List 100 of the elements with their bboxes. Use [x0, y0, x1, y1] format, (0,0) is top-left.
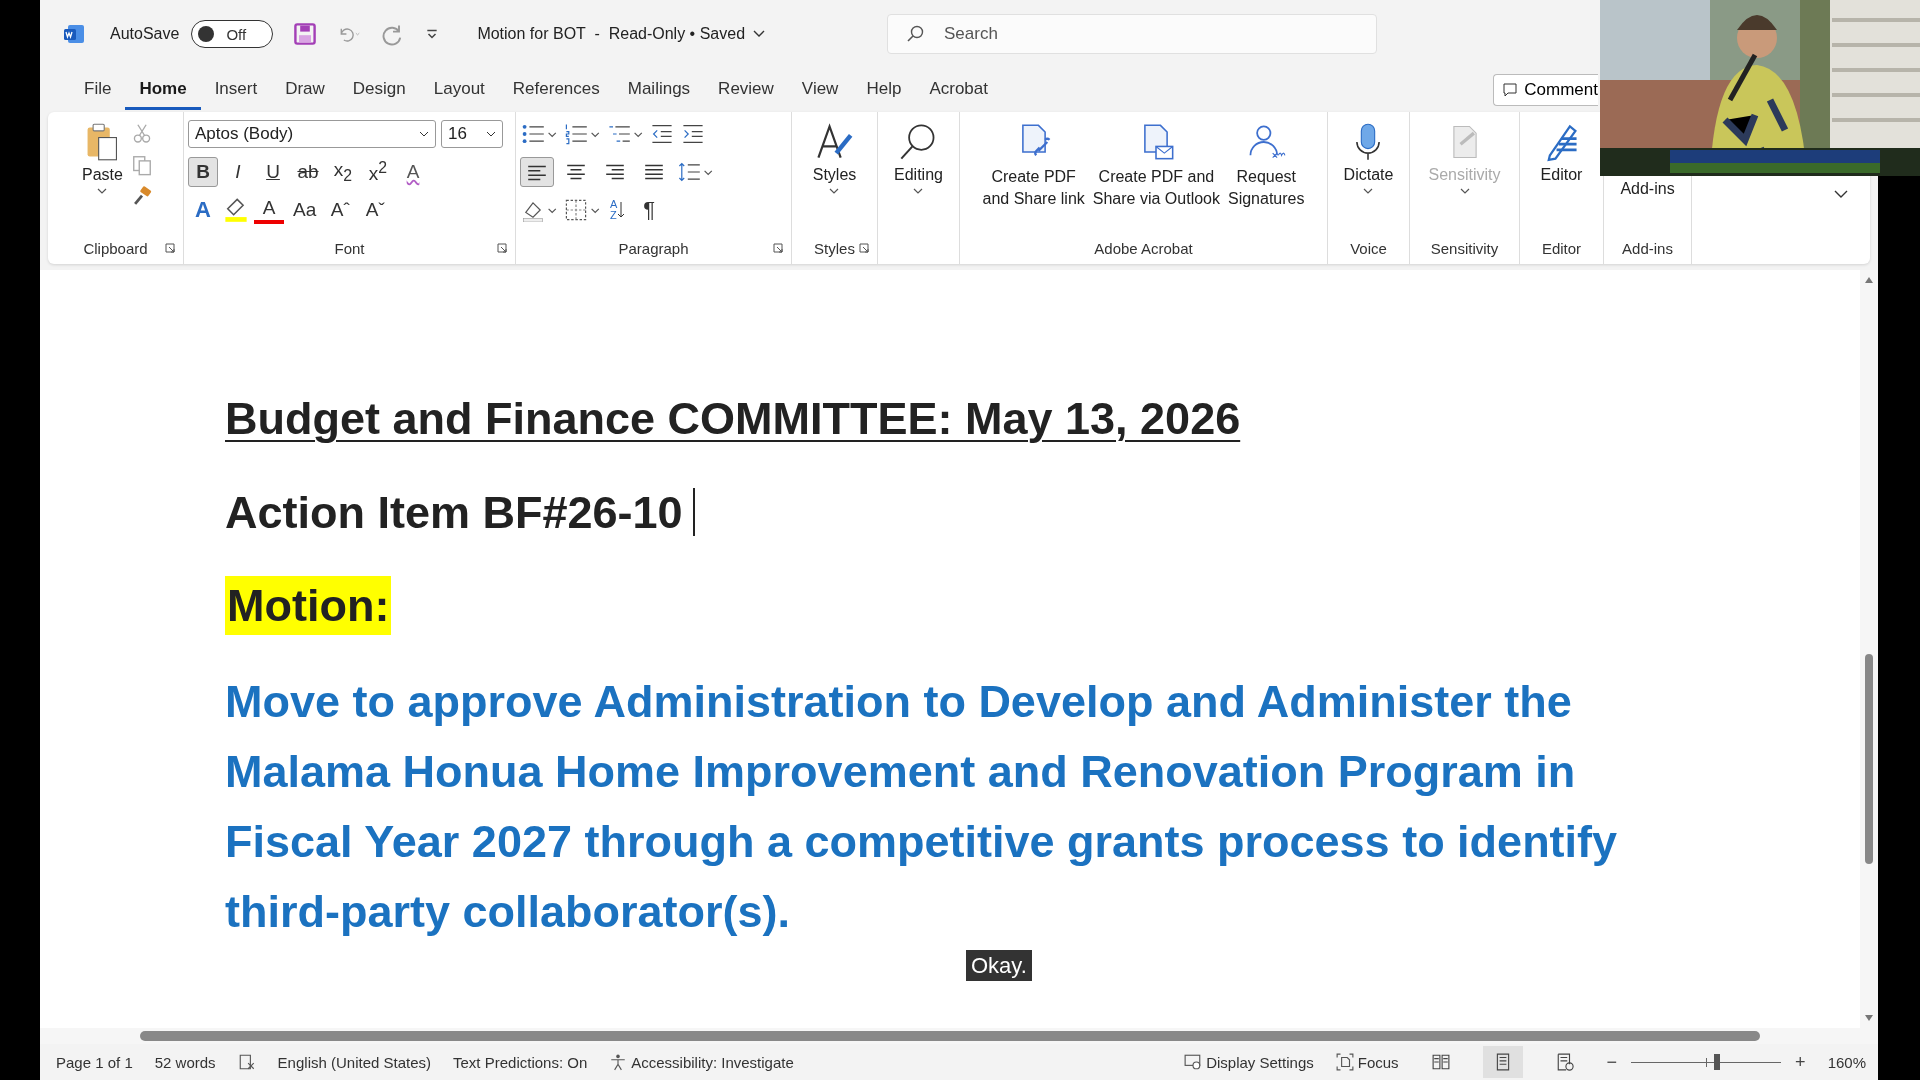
document-heading: Budget and Finance COMMITTEE: May 13, 2026	[225, 393, 1241, 444]
line-spacing-icon[interactable]	[676, 160, 714, 184]
document-title[interactable]: Motion for BOT - Read-Only • Saved	[477, 25, 746, 43]
increase-indent-icon[interactable]	[680, 122, 706, 146]
format-button[interactable]: I	[223, 157, 253, 187]
editing-button[interactable]: Editing	[890, 118, 947, 236]
group-label: Adobe Acrobat	[1094, 239, 1193, 257]
ribbon-tab[interactable]: Draw	[271, 70, 339, 110]
scroll-down-icon[interactable]	[1864, 1014, 1874, 1022]
ribbon-tab[interactable]: Mailings	[613, 70, 705, 110]
numbering-icon[interactable]	[563, 122, 601, 146]
dictate-button[interactable]: Dictate	[1339, 118, 1398, 236]
search-field[interactable]: Search	[887, 14, 1378, 54]
format-button[interactable]: ab	[293, 157, 323, 187]
group-label: Sensitivity	[1430, 239, 1499, 257]
font-color-button[interactable]: A	[254, 196, 284, 224]
clear-formatting-button[interactable]: A	[398, 157, 428, 187]
group-label: Font	[334, 239, 365, 257]
launcher-icon[interactable]	[773, 243, 783, 253]
caret-icon	[1459, 188, 1470, 194]
acrobat-button[interactable]: Request Signatures	[1226, 118, 1307, 236]
format-button[interactable]: x$^{2}$	[363, 157, 393, 187]
group-label: Voice	[1350, 239, 1387, 257]
decrease-indent-icon[interactable]	[649, 122, 675, 146]
customize-caret-icon[interactable]	[425, 27, 440, 41]
ribbon-tab[interactable]: Layout	[419, 70, 499, 110]
scroll-thumb[interactable]	[1865, 654, 1873, 864]
dropdown-caret-icon	[419, 131, 429, 137]
document-heading: Action Item BF#26-10	[225, 486, 683, 538]
word-count[interactable]: 52 words	[154, 1053, 216, 1071]
ribbon-tab[interactable]: View	[787, 70, 853, 110]
monitor-icon	[1184, 1053, 1203, 1071]
format-button[interactable]: B	[188, 157, 218, 187]
language-status[interactable]: English (United States)	[277, 1053, 431, 1071]
sort-button[interactable]: AZ	[606, 195, 630, 225]
add-ins-button[interactable]: Add-ins	[1616, 178, 1679, 200]
scroll-thumb[interactable]	[140, 1031, 1760, 1041]
font-size-step-button[interactable]: Aˇ	[360, 195, 391, 225]
chevron-icon[interactable]	[753, 30, 766, 38]
view-button[interactable]	[1482, 1046, 1523, 1078]
group-label: Clipboard	[83, 239, 148, 257]
display-settings-button[interactable]: Display Settings	[1184, 1053, 1314, 1071]
accessibility-status[interactable]: Accessibility: Investigate	[609, 1053, 794, 1071]
proofing-icon[interactable]	[237, 1053, 256, 1071]
font-size-step-button[interactable]: Aˆ	[325, 195, 356, 225]
launcher-icon[interactable]	[497, 243, 507, 253]
align-button[interactable]	[520, 157, 554, 187]
motion-text: Move to approve Administration to Develop and Administer the Malama Honua Home Improvement and Renovation Program in Fiscal Year 2027 through a competitive grants process to identify third-party collaborator(s).	[225, 675, 1618, 937]
zoom-in-button[interactable]: +	[1795, 1051, 1806, 1073]
zoom-percent[interactable]: 160%	[1827, 1053, 1866, 1071]
change-case-button[interactable]: Aa	[289, 195, 321, 225]
font-name-field[interactable]: Aptos (Body)	[188, 120, 436, 148]
acrobat-button[interactable]: Create PDF and Share link	[980, 118, 1087, 236]
launcher-icon[interactable]	[859, 243, 869, 253]
ribbon-tab[interactable]: Help	[852, 70, 916, 110]
launcher-icon[interactable]	[165, 243, 175, 253]
text-effects-button[interactable]: A	[188, 195, 218, 225]
search-icon	[905, 24, 926, 44]
group-label: Add-ins	[1622, 239, 1673, 257]
editor-button[interactable]: Editor	[1536, 118, 1587, 236]
font-size-field[interactable]: 16	[441, 120, 503, 148]
down-arrow-icon	[617, 200, 626, 220]
autosave-toggle[interactable]: Off	[191, 20, 274, 48]
borders-icon[interactable]	[563, 198, 601, 222]
bullets-icon[interactable]	[520, 122, 558, 146]
focus-icon	[1335, 1053, 1354, 1071]
ribbon-tab[interactable]: Review	[704, 70, 788, 110]
format-button[interactable]: x$_{2}$	[328, 157, 358, 187]
format-button[interactable]: U	[258, 157, 288, 187]
caption-subtitle: Okay.	[966, 949, 1032, 981]
scroll-up-icon[interactable]	[1864, 276, 1874, 284]
group-label: Paragraph	[618, 239, 689, 257]
accessibility-icon	[609, 1053, 628, 1071]
document-heading: Motion:	[225, 576, 392, 635]
save-icon[interactable]	[293, 22, 318, 46]
caret-icon	[1363, 188, 1374, 194]
caret-icon	[97, 188, 108, 194]
dropdown-caret-icon	[486, 131, 496, 137]
ribbon-tab[interactable]: Home	[125, 70, 201, 110]
comments-button[interactable]: Comment	[1493, 74, 1598, 106]
ribbon-tab[interactable]: Design	[338, 70, 420, 110]
text-predictions-status[interactable]: Text Predictions: On	[453, 1053, 588, 1071]
web-page-icon	[1555, 1053, 1574, 1071]
ribbon-tab[interactable]: File	[70, 70, 126, 110]
app-icon	[62, 22, 86, 46]
group-label: Editor	[1541, 239, 1582, 257]
collapse-ribbon-icon[interactable]	[1834, 190, 1848, 198]
ribbon-tab[interactable]: References	[498, 70, 614, 110]
highlighter-icon[interactable]	[223, 197, 249, 223]
focus-button[interactable]: Focus	[1335, 1053, 1399, 1071]
acrobat-button[interactable]: Create PDF and Share via Outlook	[1090, 118, 1222, 236]
group-label: Styles	[814, 239, 855, 257]
page-count[interactable]: Page 1 of 1	[56, 1053, 133, 1071]
zoom-slider[interactable]	[1631, 1053, 1782, 1071]
paste-button[interactable]: Paste	[78, 118, 127, 236]
zoom-out-button[interactable]: −	[1606, 1051, 1618, 1073]
show-marks-button[interactable]: ¶	[634, 195, 665, 225]
ribbon-tab[interactable]: Insert	[200, 70, 272, 110]
ribbon-tab[interactable]: Acrobat	[915, 70, 1002, 110]
styles-button[interactable]: Styles	[808, 118, 861, 236]
